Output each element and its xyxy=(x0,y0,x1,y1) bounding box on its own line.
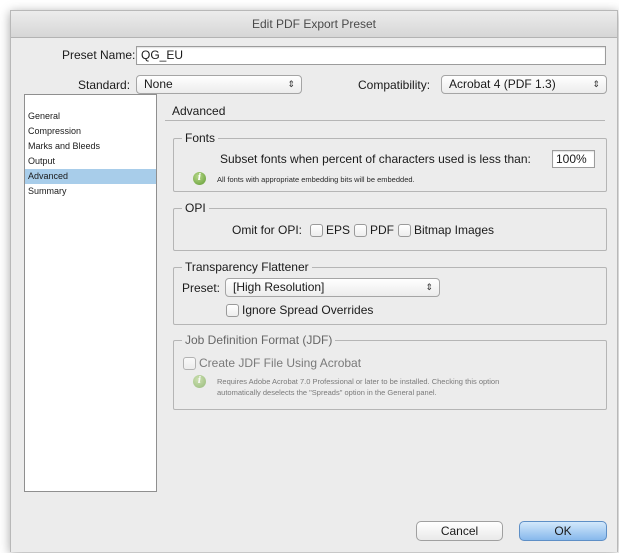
omit-for-opi-label: Omit for OPI: xyxy=(232,223,303,237)
jdf-group xyxy=(173,340,607,410)
create-jdf-label: Create JDF File Using Acrobat xyxy=(199,356,362,370)
sidebar-item-general[interactable]: General xyxy=(25,109,156,124)
standard-select[interactable]: None ⇕ xyxy=(136,75,302,94)
cancel-button[interactable]: Cancel xyxy=(416,521,503,541)
jdf-note-line2: automatically deselects the "Spreads" op… xyxy=(217,388,437,397)
standard-label: Standard: xyxy=(78,78,131,92)
ignore-spread-overrides-label: Ignore Spread Overrides xyxy=(242,303,374,317)
ignore-spread-overrides-checkbox[interactable] xyxy=(226,304,239,317)
sidebar-list[interactable]: General Compression Marks and Bleeds Out… xyxy=(24,94,157,492)
flattener-preset-value: [High Resolution] xyxy=(233,280,325,294)
preset-name-input[interactable]: QG_EU xyxy=(136,46,606,65)
sidebar-item-compression[interactable]: Compression xyxy=(25,124,156,139)
info-icon: i xyxy=(193,172,206,185)
sidebar-item-advanced[interactable]: Advanced xyxy=(25,169,156,184)
compatibility-select-value: Acrobat 4 (PDF 1.3) xyxy=(449,77,556,91)
heading-divider xyxy=(165,120,605,121)
bitmap-images-label: Bitmap Images xyxy=(414,223,495,237)
flattener-preset-label: Preset: xyxy=(182,281,221,295)
sidebar-item-output[interactable]: Output xyxy=(25,154,156,169)
transparency-flattener-title: Transparency Flattener xyxy=(182,260,312,274)
bitmap-images-checkbox[interactable] xyxy=(398,224,411,237)
compatibility-label: Compatibility: xyxy=(358,78,431,92)
subset-fonts-label: Subset fonts when percent of characters … xyxy=(220,152,531,166)
pdf-label: PDF xyxy=(370,223,394,237)
flattener-preset-select[interactable]: [High Resolution] ⇕ xyxy=(225,278,440,297)
opi-group-title: OPI xyxy=(182,201,209,215)
updown-chevron-icon: ⇕ xyxy=(287,79,295,89)
subset-percent-input[interactable]: 100% xyxy=(552,150,595,168)
create-jdf-checkbox[interactable] xyxy=(183,357,196,370)
fonts-note: All fonts with appropriate embedding bit… xyxy=(217,175,415,184)
eps-checkbox[interactable] xyxy=(310,224,323,237)
preset-name-label: Preset Name: xyxy=(62,48,136,62)
fonts-group-title: Fonts xyxy=(182,131,219,145)
compatibility-select[interactable]: Acrobat 4 (PDF 1.3) ⇕ xyxy=(441,75,607,94)
info-icon: i xyxy=(193,375,206,388)
panel-heading: Advanced xyxy=(172,104,226,118)
jdf-note-line1: Requires Adobe Acrobat 7.0 Professional … xyxy=(217,377,500,386)
updown-chevron-icon: ⇕ xyxy=(592,79,600,89)
sidebar-item-summary[interactable]: Summary xyxy=(25,184,156,199)
title-bar[interactable]: Edit PDF Export Preset xyxy=(11,11,617,38)
pdf-checkbox[interactable] xyxy=(354,224,367,237)
window-title: Edit PDF Export Preset xyxy=(251,17,377,31)
sidebar-item-marks-and-bleeds[interactable]: Marks and Bleeds xyxy=(25,139,156,154)
ok-button[interactable]: OK xyxy=(519,521,607,541)
standard-select-value: None xyxy=(144,77,173,91)
eps-label: EPS xyxy=(326,223,351,237)
jdf-group-title: Job Definition Format (JDF) xyxy=(182,333,336,347)
updown-chevron-icon: ⇕ xyxy=(425,282,433,292)
